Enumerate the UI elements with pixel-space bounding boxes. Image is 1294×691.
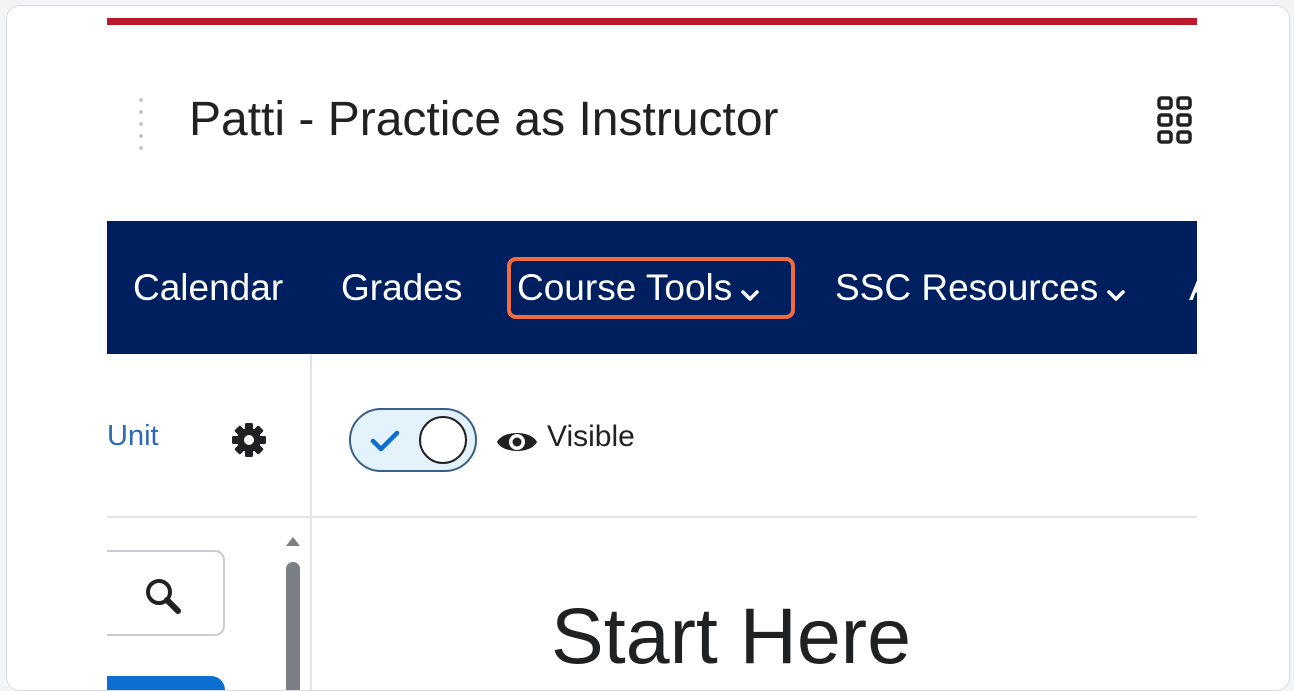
nav-item-label: A: [1189, 267, 1197, 308]
selected-unit-item[interactable]: [107, 676, 225, 690]
nav-item-label: Calendar: [133, 267, 284, 308]
nav-item-label: Grades: [341, 267, 463, 308]
scroll-up-arrow-icon[interactable]: [285, 534, 301, 546]
nav-item-grades[interactable]: Grades: [341, 221, 462, 354]
waffle-grid-icon[interactable]: [1156, 94, 1196, 154]
scrollbar-thumb[interactable]: [286, 562, 300, 690]
course-title[interactable]: Patti - Practice as Instructor: [189, 88, 779, 152]
search-icon[interactable]: [143, 576, 183, 616]
pane-divider: [107, 516, 1197, 518]
unit-heading: Start Here: [551, 591, 912, 680]
drag-handle-icon[interactable]: [137, 98, 145, 152]
nav-item-calendar[interactable]: Calendar: [133, 221, 283, 354]
search-input[interactable]: [107, 550, 225, 636]
chevron-down-icon: [1106, 224, 1126, 354]
add-unit-link[interactable]: Unit: [107, 420, 159, 453]
nav-item-ssc-resources[interactable]: SSC Resources: [835, 221, 1126, 354]
top-accent-bar: [107, 18, 1197, 25]
lms-page: Patti - Practice as Instructor Calendar …: [107, 6, 1197, 690]
table-of-contents-pane: Unit: [107, 354, 312, 690]
visibility-toggle[interactable]: [349, 408, 477, 472]
nav-item-label: SSC Resources: [835, 267, 1099, 308]
gear-icon[interactable]: [229, 420, 269, 460]
nav-item-truncated[interactable]: A: [1189, 221, 1197, 354]
eye-icon: [495, 426, 539, 458]
screenshot-frame: Patti - Practice as Instructor Calendar …: [6, 5, 1290, 691]
course-navbar: Calendar Grades Course Tools SSC Resourc…: [107, 221, 1197, 354]
checkmark-icon: [367, 424, 403, 458]
toggle-knob: [419, 416, 467, 464]
highlight-box: [507, 257, 795, 319]
visibility-label: Visible: [547, 420, 635, 453]
